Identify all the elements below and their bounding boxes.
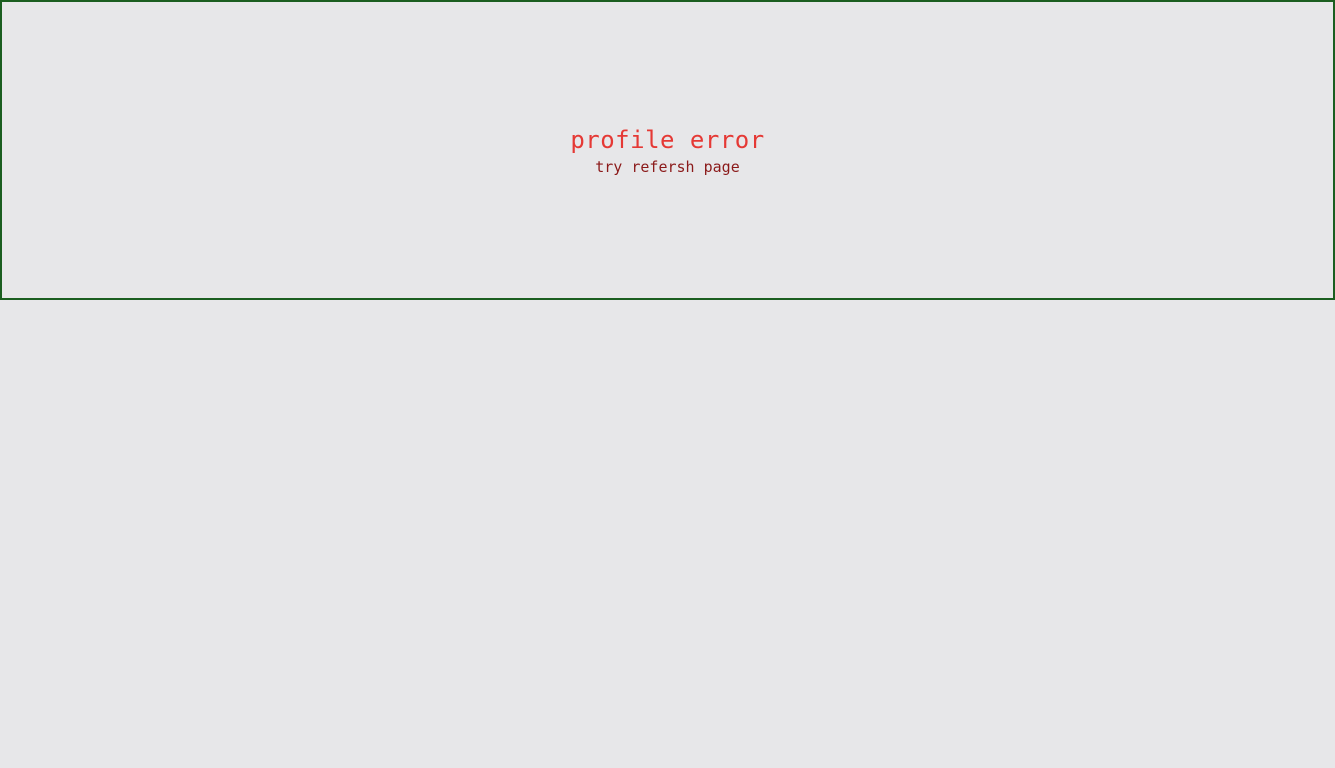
- profile-error-panel: profile error try refersh page: [0, 0, 1335, 300]
- error-message: profile error try refersh page: [2, 124, 1333, 178]
- error-hint: try refersh page: [595, 158, 740, 176]
- error-title: profile error: [570, 126, 765, 154]
